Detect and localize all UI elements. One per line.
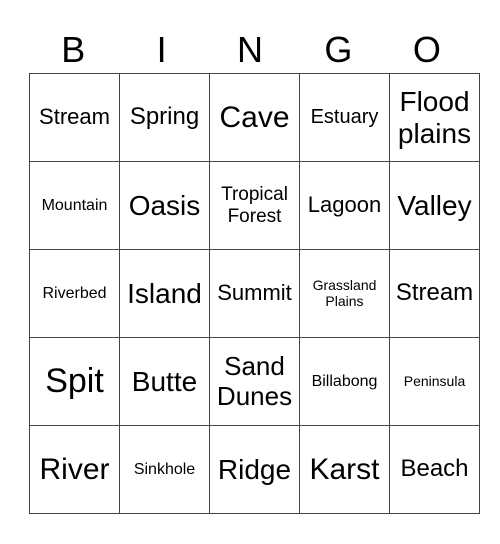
bingo-cell[interactable]: Oasis	[119, 161, 210, 250]
grid-row: Stream Spring Cave Estuary Flood plains	[29, 73, 480, 162]
bingo-cell[interactable]: Riverbed	[29, 249, 120, 338]
bingo-cell[interactable]: Mountain	[29, 161, 120, 250]
grid-row: Riverbed Island Summit Grassland Plains …	[29, 249, 480, 338]
header-letter-g: G	[324, 29, 353, 70]
bingo-cell[interactable]: Valley	[389, 161, 480, 250]
bingo-cell[interactable]: Flood plains	[389, 73, 480, 162]
bingo-header: B I N G O	[29, 28, 471, 72]
bingo-cell[interactable]: Spring	[119, 73, 210, 162]
bingo-cell[interactable]: Ridge	[209, 425, 300, 514]
header-letter-n: N	[237, 29, 264, 70]
bingo-cell[interactable]: Lagoon	[299, 161, 390, 250]
bingo-cell[interactable]: Estuary	[299, 73, 390, 162]
bingo-cell[interactable]: Tropical Forest	[209, 161, 300, 250]
grid-row: Mountain Oasis Tropical Forest Lagoon Va…	[29, 161, 480, 250]
bingo-cell[interactable]: Stream	[29, 73, 120, 162]
bingo-cell[interactable]: Beach	[389, 425, 480, 514]
bingo-cell[interactable]: Sand Dunes	[209, 337, 300, 426]
bingo-cell[interactable]: Stream	[389, 249, 480, 338]
bingo-cell[interactable]: Spit	[29, 337, 120, 426]
bingo-cell[interactable]: Island	[119, 249, 210, 338]
bingo-cell[interactable]: River	[29, 425, 120, 514]
bingo-cell[interactable]: Karst	[299, 425, 390, 514]
grid-row: Spit Butte Sand Dunes Billabong Peninsul…	[29, 337, 480, 426]
bingo-cell[interactable]: Cave	[209, 73, 300, 162]
bingo-cell[interactable]: Billabong	[299, 337, 390, 426]
bingo-cell[interactable]: Peninsula	[389, 337, 480, 426]
bingo-cell[interactable]: Summit	[209, 249, 300, 338]
grid-row: River Sinkhole Ridge Karst Beach	[29, 425, 480, 514]
header-letter-o: O	[412, 29, 441, 70]
bingo-cell[interactable]: Sinkhole	[119, 425, 210, 514]
header-letter-b: B	[61, 29, 86, 70]
bingo-cell[interactable]: Grassland Plains	[299, 249, 390, 338]
bingo-grid: Stream Spring Cave Estuary Flood plains …	[29, 73, 480, 514]
header-letter-i: I	[156, 29, 167, 70]
bingo-cell[interactable]: Butte	[119, 337, 210, 426]
